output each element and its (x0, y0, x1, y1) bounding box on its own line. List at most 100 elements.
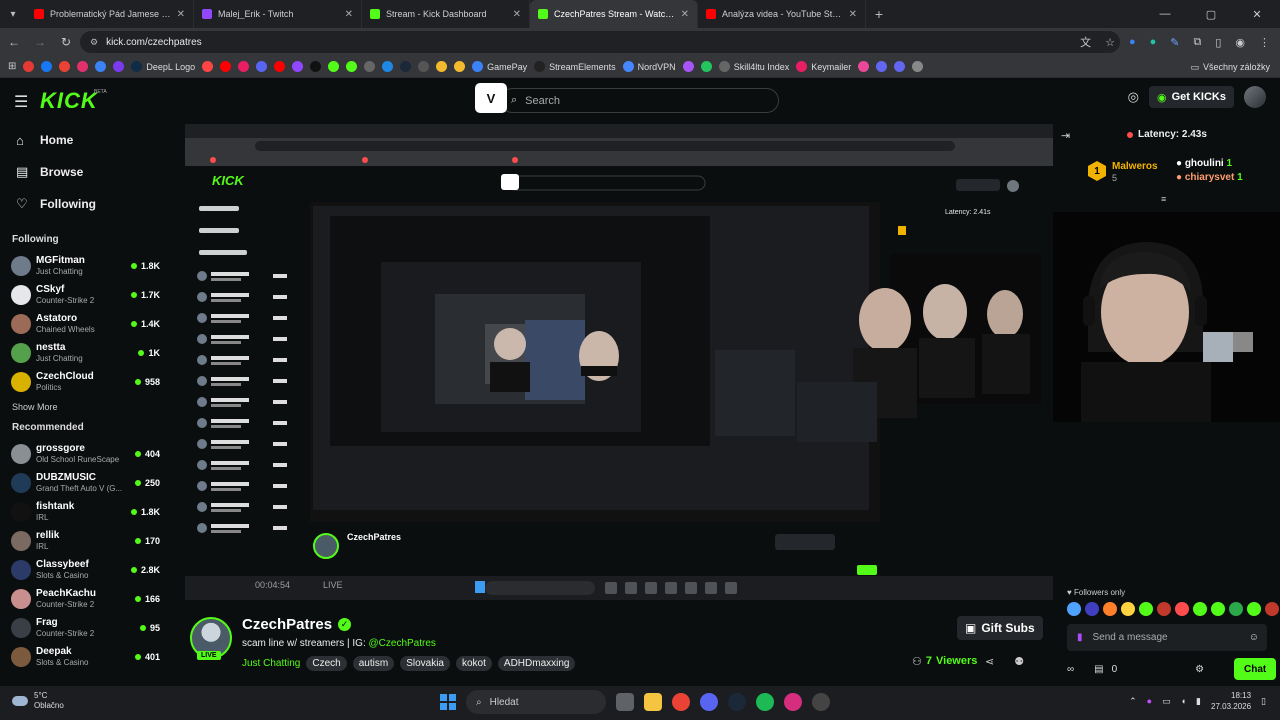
emoji-icon[interactable]: ☺ (1249, 632, 1259, 643)
kicks-icon[interactable]: ▤ (1094, 664, 1103, 675)
emote-icon[interactable] (1247, 602, 1261, 616)
channel-points-icon[interactable]: ∞ (1067, 664, 1074, 675)
gifter-chiarysvet[interactable]: ● chiarysvet 1 (1176, 172, 1243, 183)
bookmark-item[interactable] (77, 61, 89, 72)
bookmark-item[interactable]: GamePay (472, 61, 527, 72)
extension-teal-icon[interactable]: ● (1150, 36, 1157, 48)
sidebar-channel[interactable]: fishtank IRL 1.8K (0, 497, 170, 526)
bookmark-item[interactable] (400, 61, 412, 72)
emote-icon[interactable] (1193, 602, 1207, 616)
bookmark-item[interactable] (220, 61, 232, 72)
stream-tag[interactable]: Czech (306, 656, 347, 671)
bookmark-item[interactable] (274, 61, 286, 72)
browser-tab[interactable]: Problematický Pád Jamese Franca ✕ (26, 0, 194, 28)
weather-widget[interactable]: 5°C Oblačno (12, 691, 64, 711)
bookmark-item[interactable] (700, 61, 712, 72)
battery-icon[interactable]: ▮ (1196, 696, 1201, 707)
sidebar-nav-following[interactable]: ♡ Following (0, 188, 170, 220)
emote-icon[interactable] (1175, 602, 1189, 616)
emote-icon[interactable] (1103, 602, 1117, 616)
bookmark-item[interactable] (41, 61, 53, 72)
tab-close-icon[interactable]: ✕ (345, 9, 353, 20)
sidebar-toggle-icon[interactable]: ▯ (1215, 36, 1221, 49)
steam-icon[interactable] (728, 693, 746, 711)
extension-logo-icon[interactable]: V (475, 83, 507, 113)
bookmark-item[interactable]: NordVPN (622, 61, 676, 72)
get-kicks-button[interactable]: ◉ Get KICKs (1148, 86, 1234, 108)
all-bookmarks[interactable]: ▭ Všechny záložky (1190, 56, 1270, 78)
chat-message-input[interactable]: ▮ Send a message ☺ (1067, 624, 1267, 651)
bookmark-item[interactable] (682, 61, 694, 72)
new-tab-button[interactable]: + (866, 0, 892, 28)
mic-icon[interactable]: ● (1147, 696, 1152, 706)
task-view-icon[interactable] (616, 693, 634, 711)
stream-tag[interactable]: autism (352, 656, 395, 671)
sidebar-nav-home[interactable]: ⌂ Home (0, 124, 170, 156)
sidebar-channel[interactable]: Frag Counter-Strike 2 95 (0, 613, 170, 642)
sidebar-channel[interactable]: Classybeef Slots & Casino 2.8K (0, 555, 170, 584)
category-link[interactable]: Just Chatting (242, 658, 300, 669)
bookmark-item[interactable] (113, 61, 125, 72)
reload-button[interactable]: ↻ (60, 35, 72, 49)
extension-tool-icon[interactable]: ✎ (1170, 36, 1179, 49)
bookmark-item[interactable]: Keymailer (796, 61, 851, 72)
extension-blue-icon[interactable]: ● (1129, 36, 1136, 48)
sidebar-channel[interactable]: DUBZMUSIC Grand Theft Auto V (G... 250 (0, 468, 170, 497)
bookmark-item[interactable] (59, 61, 71, 72)
gifter-ghoulini[interactable]: ● ghoulini 1 (1176, 158, 1232, 169)
sidebar-channel[interactable]: nestta Just Chatting 1K (0, 338, 170, 367)
clock[interactable]: 18:13 27.03.2026 (1211, 690, 1251, 712)
obs-icon[interactable] (812, 693, 830, 711)
bookmark-item[interactable] (876, 61, 888, 72)
expand-podium-icon[interactable]: ≡ (1161, 194, 1166, 204)
star-icon[interactable]: ☆ (1105, 36, 1115, 49)
follow-user-icon[interactable]: ⚉ (1014, 655, 1024, 668)
chrome-icon[interactable] (672, 693, 690, 711)
bookmark-item[interactable] (95, 61, 107, 72)
stream-tag[interactable]: ADHDmaxxing (497, 656, 576, 671)
menu-icon[interactable]: ⋮ (1259, 36, 1270, 49)
collapse-chat-icon[interactable]: ⇥ (1061, 129, 1070, 142)
translate-icon[interactable]: 文 (1080, 34, 1091, 50)
bookmark-item[interactable] (310, 61, 322, 72)
rewards-icon[interactable]: ◎ (1128, 89, 1139, 105)
share-icon[interactable]: ⋖ (985, 655, 994, 668)
bookmark-item[interactable] (23, 61, 35, 72)
bookmark-item[interactable]: StreamElements (534, 61, 616, 72)
bookmark-item[interactable] (912, 61, 924, 72)
profile-icon[interactable]: ◉ (1235, 36, 1245, 49)
emote-icon[interactable] (1121, 602, 1135, 616)
browser-tab[interactable]: Analýza videa - YouTube Studio ✕ (698, 0, 866, 28)
bookmark-item[interactable] (858, 61, 870, 72)
browser-tab[interactable]: Malej_Erik - Twitch ✕ (194, 0, 362, 28)
sidebar-channel[interactable]: CSkyf Counter-Strike 2 1.7K (0, 280, 170, 309)
chat-send-button[interactable]: Chat (1234, 658, 1277, 680)
bookmark-item[interactable] (292, 61, 304, 72)
emote-icon[interactable] (1067, 602, 1081, 616)
microphone-icon[interactable]: ▮ (1077, 632, 1083, 643)
bookmark-item[interactable] (238, 61, 250, 72)
start-button[interactable] (440, 694, 456, 710)
tab-search-button[interactable]: ▾ (0, 0, 26, 28)
gift-subs-button[interactable]: ▣ Gift Subs (957, 616, 1043, 640)
tab-close-icon[interactable]: ✕ (177, 9, 185, 20)
search-input[interactable]: ⌕ Search (500, 88, 779, 113)
network-icon[interactable]: ▭ (1162, 696, 1171, 707)
apps-icon[interactable]: ⊞ (8, 61, 16, 72)
sidebar-channel[interactable]: Astatoro Chained Wheels 1.4K (0, 309, 170, 338)
instagram-handle-link[interactable]: @CzechPatres (369, 638, 436, 649)
chat-settings-icon[interactable]: ⚙ (1195, 664, 1204, 675)
emote-icon[interactable] (1085, 602, 1099, 616)
emote-icon[interactable] (1229, 602, 1243, 616)
spotify-icon[interactable] (756, 693, 774, 711)
sidebar-nav-browse[interactable]: ▤ Browse (0, 156, 170, 188)
top-gifter-name[interactable]: Malweros (1112, 161, 1158, 172)
video-player[interactable]: KICK Latency: 2.41s CzechPatres 00:04:54… (185, 124, 1053, 600)
sidebar-channel[interactable]: MGFitman Just Chatting 1.8K (0, 251, 170, 280)
bookmark-item[interactable] (364, 61, 376, 72)
bookmark-item[interactable] (346, 61, 358, 72)
bookmark-item[interactable]: Skill4ltu Index (718, 61, 789, 72)
emote-icon[interactable] (1139, 602, 1153, 616)
address-input[interactable]: ⚙ kick.com/czechpatres (80, 31, 1120, 53)
bookmark-item[interactable] (202, 61, 214, 72)
